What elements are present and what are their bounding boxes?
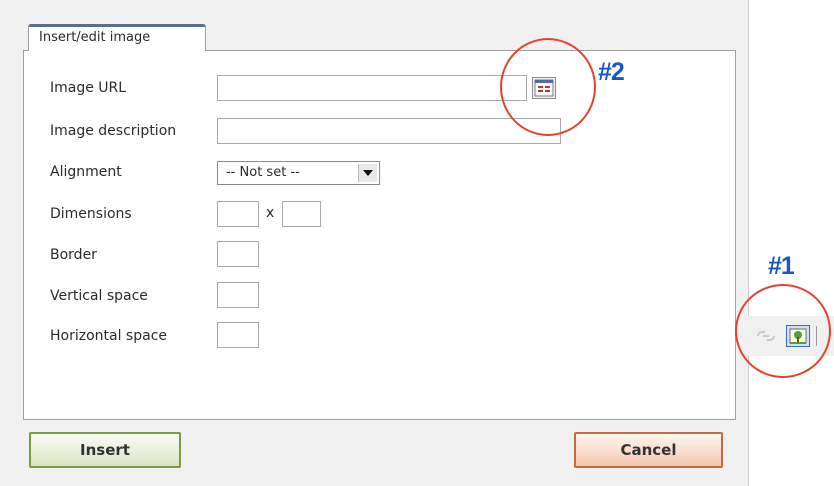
border-input[interactable] xyxy=(217,241,259,267)
width-input[interactable] xyxy=(217,201,259,227)
alignment-label: Alignment xyxy=(50,164,122,180)
dimensions-separator: x xyxy=(266,205,275,221)
alignment-select[interactable]: -- Not set -- xyxy=(217,161,380,185)
alignment-selected-value: -- Not set -- xyxy=(226,165,300,180)
horizontal-space-label: Horizontal space xyxy=(50,328,168,344)
dimensions-label: Dimensions xyxy=(50,206,132,222)
border-label: Border xyxy=(50,247,97,263)
cancel-button[interactable]: Cancel xyxy=(574,432,723,468)
tab-insert-edit-image[interactable]: Insert/edit image xyxy=(28,24,206,51)
form-panel xyxy=(23,50,736,420)
annotation-marker-1: #1 xyxy=(768,252,795,280)
image-url-label: Image URL xyxy=(50,80,127,96)
vertical-space-input[interactable] xyxy=(217,282,259,308)
chevron-down-icon[interactable] xyxy=(358,164,377,182)
height-input[interactable] xyxy=(282,201,321,227)
vertical-space-label: Vertical space xyxy=(50,288,148,304)
annotation-circle-2 xyxy=(500,38,596,136)
annotation-marker-2: #2 xyxy=(598,58,625,86)
annotation-circle-1 xyxy=(735,284,831,378)
insert-button[interactable]: Insert xyxy=(29,432,181,468)
image-description-input[interactable] xyxy=(217,118,561,144)
insert-image-dialog: Insert/edit image Image URL Image descri… xyxy=(0,0,749,486)
horizontal-space-input[interactable] xyxy=(217,322,259,348)
image-url-input[interactable] xyxy=(217,75,527,101)
image-description-label: Image description xyxy=(50,123,177,139)
